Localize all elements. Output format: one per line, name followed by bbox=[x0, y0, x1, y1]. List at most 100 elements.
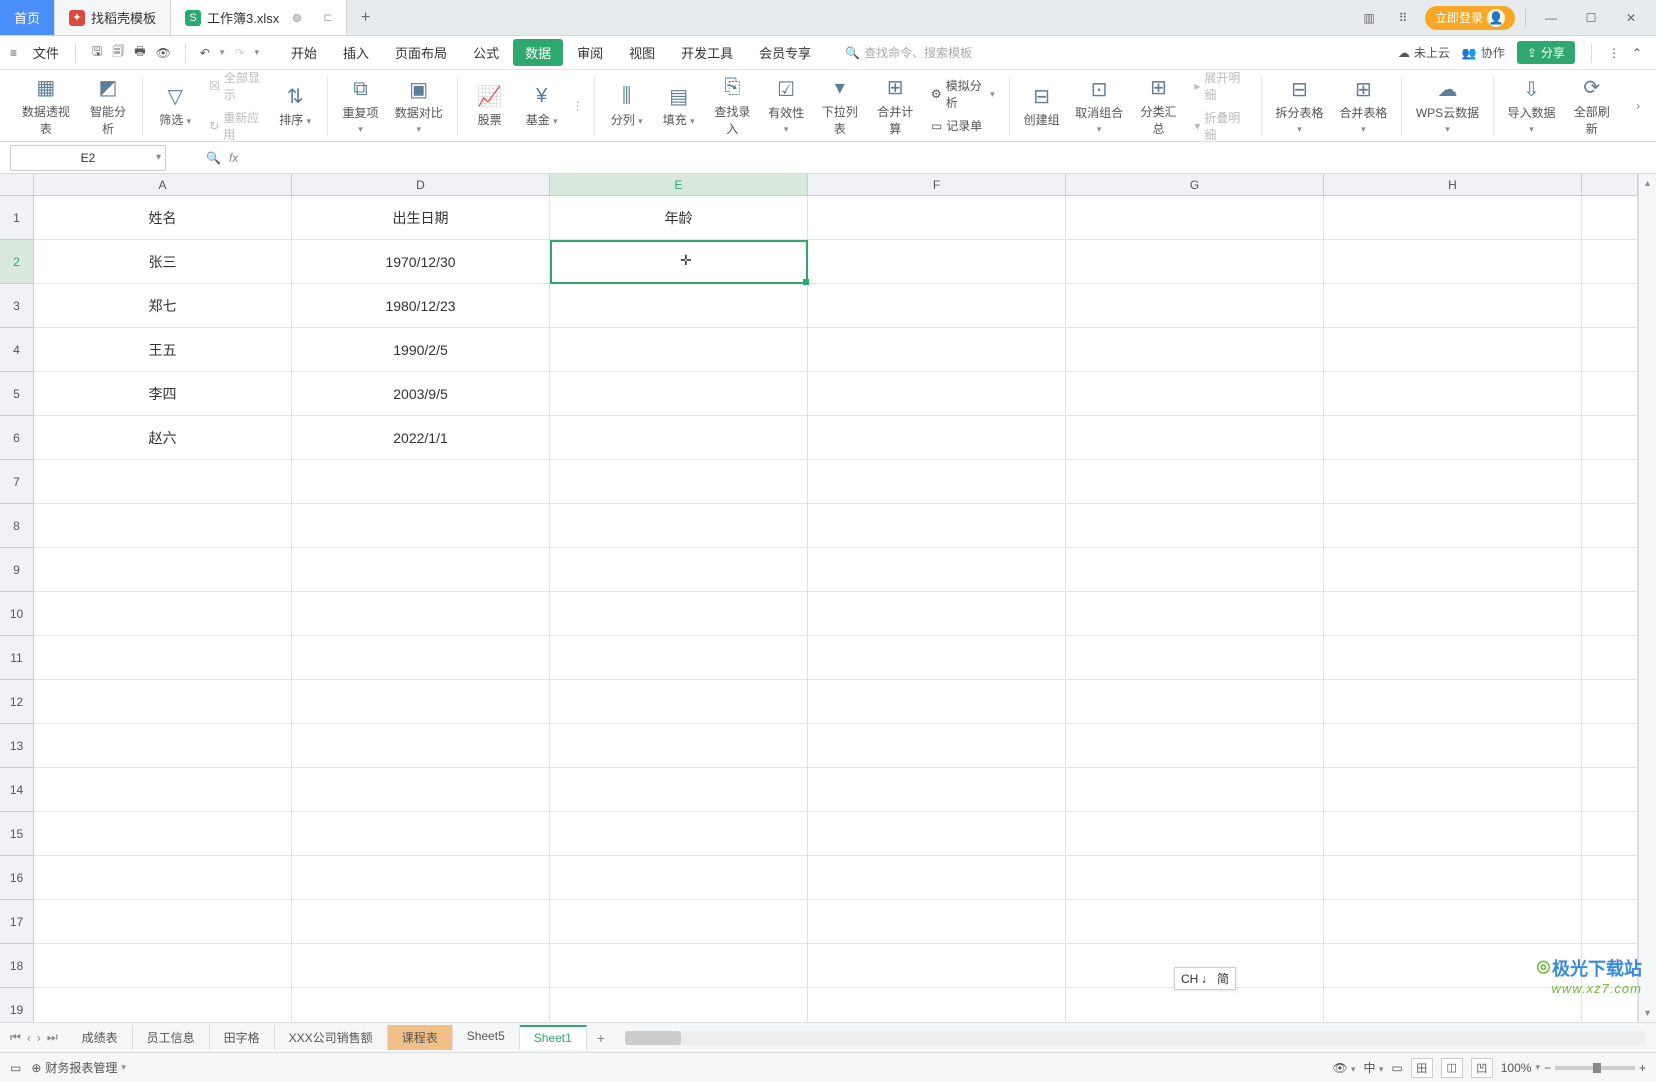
expand-types-icon[interactable]: ⋮ bbox=[572, 99, 584, 113]
cell[interactable] bbox=[34, 768, 292, 812]
view-break-button[interactable]: 凹 bbox=[1471, 1058, 1493, 1078]
cell[interactable]: 赵六 bbox=[34, 416, 292, 460]
cell[interactable] bbox=[1582, 548, 1638, 592]
cell[interactable] bbox=[808, 504, 1066, 548]
cell[interactable] bbox=[808, 856, 1066, 900]
col-header-D[interactable]: D bbox=[292, 174, 550, 196]
cell[interactable] bbox=[1582, 372, 1638, 416]
cell[interactable] bbox=[34, 988, 292, 1022]
cell[interactable] bbox=[1582, 856, 1638, 900]
cell[interactable] bbox=[808, 372, 1066, 416]
cell[interactable] bbox=[1066, 548, 1324, 592]
name-box[interactable]: E2 ▾ bbox=[10, 145, 166, 171]
row-header-17[interactable]: 17 bbox=[0, 900, 34, 944]
cell[interactable]: 1990/2/5 bbox=[292, 328, 550, 372]
sheet-first-icon[interactable]: ⏮ bbox=[8, 1028, 23, 1047]
vertical-scrollbar[interactable]: ▴ ▾ bbox=[1638, 174, 1656, 1022]
split-col-button[interactable]: ⫼分列 ▾ bbox=[601, 81, 653, 130]
row-header-8[interactable]: 8 bbox=[0, 504, 34, 548]
cell[interactable] bbox=[808, 548, 1066, 592]
dropdown-list-button[interactable]: ▾下拉列表 bbox=[812, 73, 867, 139]
merge-table-button[interactable]: ⊞合并表格 ▾ bbox=[1331, 74, 1395, 137]
menu-tab-6[interactable]: 视图 bbox=[617, 39, 667, 66]
col-header-H[interactable]: H bbox=[1324, 174, 1582, 196]
cell[interactable] bbox=[550, 548, 808, 592]
cell[interactable] bbox=[292, 988, 550, 1022]
cell[interactable] bbox=[1066, 856, 1324, 900]
cell[interactable] bbox=[1066, 636, 1324, 680]
import-data-button[interactable]: ⇩导入数据 ▾ bbox=[1500, 74, 1564, 137]
cell[interactable] bbox=[1066, 680, 1324, 724]
cell[interactable] bbox=[550, 460, 808, 504]
col-header-F[interactable]: F bbox=[808, 174, 1066, 196]
pivot-table-button[interactable]: ▦数据透视表 bbox=[12, 73, 80, 139]
row-header-10[interactable]: 10 bbox=[0, 592, 34, 636]
cell[interactable] bbox=[808, 768, 1066, 812]
menu-tab-4[interactable]: 数据 bbox=[513, 39, 563, 66]
eye-icon[interactable]: 👁 ▾ bbox=[1332, 1061, 1355, 1075]
tab-home[interactable]: 首页 bbox=[0, 0, 55, 35]
zoom-slider[interactable] bbox=[1555, 1066, 1635, 1070]
cell[interactable]: 郑七 bbox=[34, 284, 292, 328]
zoom-out-button[interactable]: − bbox=[1544, 1061, 1551, 1075]
cell[interactable]: 出生日期 bbox=[292, 196, 550, 240]
cell[interactable] bbox=[550, 944, 808, 988]
cell[interactable] bbox=[1324, 900, 1582, 944]
cell[interactable] bbox=[1582, 328, 1638, 372]
view-page-button[interactable]: ◫ bbox=[1441, 1058, 1463, 1078]
cell[interactable] bbox=[550, 284, 808, 328]
row-header-18[interactable]: 18 bbox=[0, 944, 34, 988]
cell[interactable] bbox=[1582, 944, 1638, 988]
cell[interactable]: 1980/12/23 bbox=[292, 284, 550, 328]
row-header-11[interactable]: 11 bbox=[0, 636, 34, 680]
cell[interactable] bbox=[808, 460, 1066, 504]
save-as-icon[interactable]: 🗐 bbox=[112, 42, 124, 63]
cell[interactable] bbox=[808, 900, 1066, 944]
col-header-E[interactable]: E bbox=[550, 174, 808, 196]
cell[interactable] bbox=[1066, 328, 1324, 372]
cell[interactable] bbox=[1324, 812, 1582, 856]
cell[interactable] bbox=[550, 988, 808, 1022]
tab-add[interactable]: + bbox=[347, 0, 383, 35]
redo-dropdown[interactable]: ▾ bbox=[254, 47, 259, 58]
cell[interactable] bbox=[550, 504, 808, 548]
sheet-tab-0[interactable]: 成绩表 bbox=[68, 1025, 133, 1050]
cell[interactable] bbox=[550, 768, 808, 812]
cell[interactable] bbox=[1582, 240, 1638, 284]
wps-cloud-button[interactable]: ☁WPS云数据 ▾ bbox=[1408, 74, 1486, 137]
grid[interactable]: ADEFGH 12345678910111213141516171819 姓名出… bbox=[0, 174, 1638, 1022]
cloud-status[interactable]: ☁未上云 bbox=[1398, 44, 1450, 61]
cell[interactable]: 1970/12/30 bbox=[292, 240, 550, 284]
cell[interactable] bbox=[1066, 372, 1324, 416]
cell[interactable] bbox=[550, 812, 808, 856]
name-box-dropdown-icon[interactable]: ▾ bbox=[156, 152, 161, 163]
merge-calc-button[interactable]: ⊞合并计算 bbox=[868, 73, 923, 139]
fund-button[interactable]: ¥基金 ▾ bbox=[516, 81, 568, 130]
cell[interactable]: 王五 bbox=[34, 328, 292, 372]
menu-tab-5[interactable]: 审阅 bbox=[565, 39, 615, 66]
cell[interactable] bbox=[1066, 988, 1324, 1022]
formula-input[interactable] bbox=[246, 147, 1446, 169]
sheet-tab-2[interactable]: 田字格 bbox=[210, 1025, 275, 1050]
cell[interactable] bbox=[550, 416, 808, 460]
collapse-ribbon-icon[interactable]: ⌃ bbox=[1632, 46, 1642, 60]
cell[interactable] bbox=[1066, 460, 1324, 504]
cell[interactable] bbox=[808, 724, 1066, 768]
cell[interactable]: 姓名 bbox=[34, 196, 292, 240]
row-header-7[interactable]: 7 bbox=[0, 460, 34, 504]
menu-tab-0[interactable]: 开始 bbox=[279, 39, 329, 66]
horizontal-scrollbar[interactable] bbox=[625, 1031, 1646, 1045]
zoom-in-button[interactable]: + bbox=[1639, 1061, 1646, 1075]
menu-tab-7[interactable]: 开发工具 bbox=[669, 39, 745, 66]
filter-button[interactable]: ▽筛选 ▾ bbox=[149, 81, 201, 130]
tab-workbook[interactable]: S 工作簿3.xlsx ⊏ bbox=[171, 0, 347, 35]
cell[interactable] bbox=[550, 680, 808, 724]
cell[interactable] bbox=[292, 856, 550, 900]
collab-button[interactable]: 👥协作 bbox=[1462, 44, 1505, 61]
row-header-6[interactable]: 6 bbox=[0, 416, 34, 460]
fill-button[interactable]: ▤填充 ▾ bbox=[653, 81, 705, 130]
cell[interactable] bbox=[1582, 284, 1638, 328]
col-header-G[interactable]: G bbox=[1066, 174, 1324, 196]
cell[interactable] bbox=[1582, 724, 1638, 768]
cell[interactable] bbox=[550, 328, 808, 372]
